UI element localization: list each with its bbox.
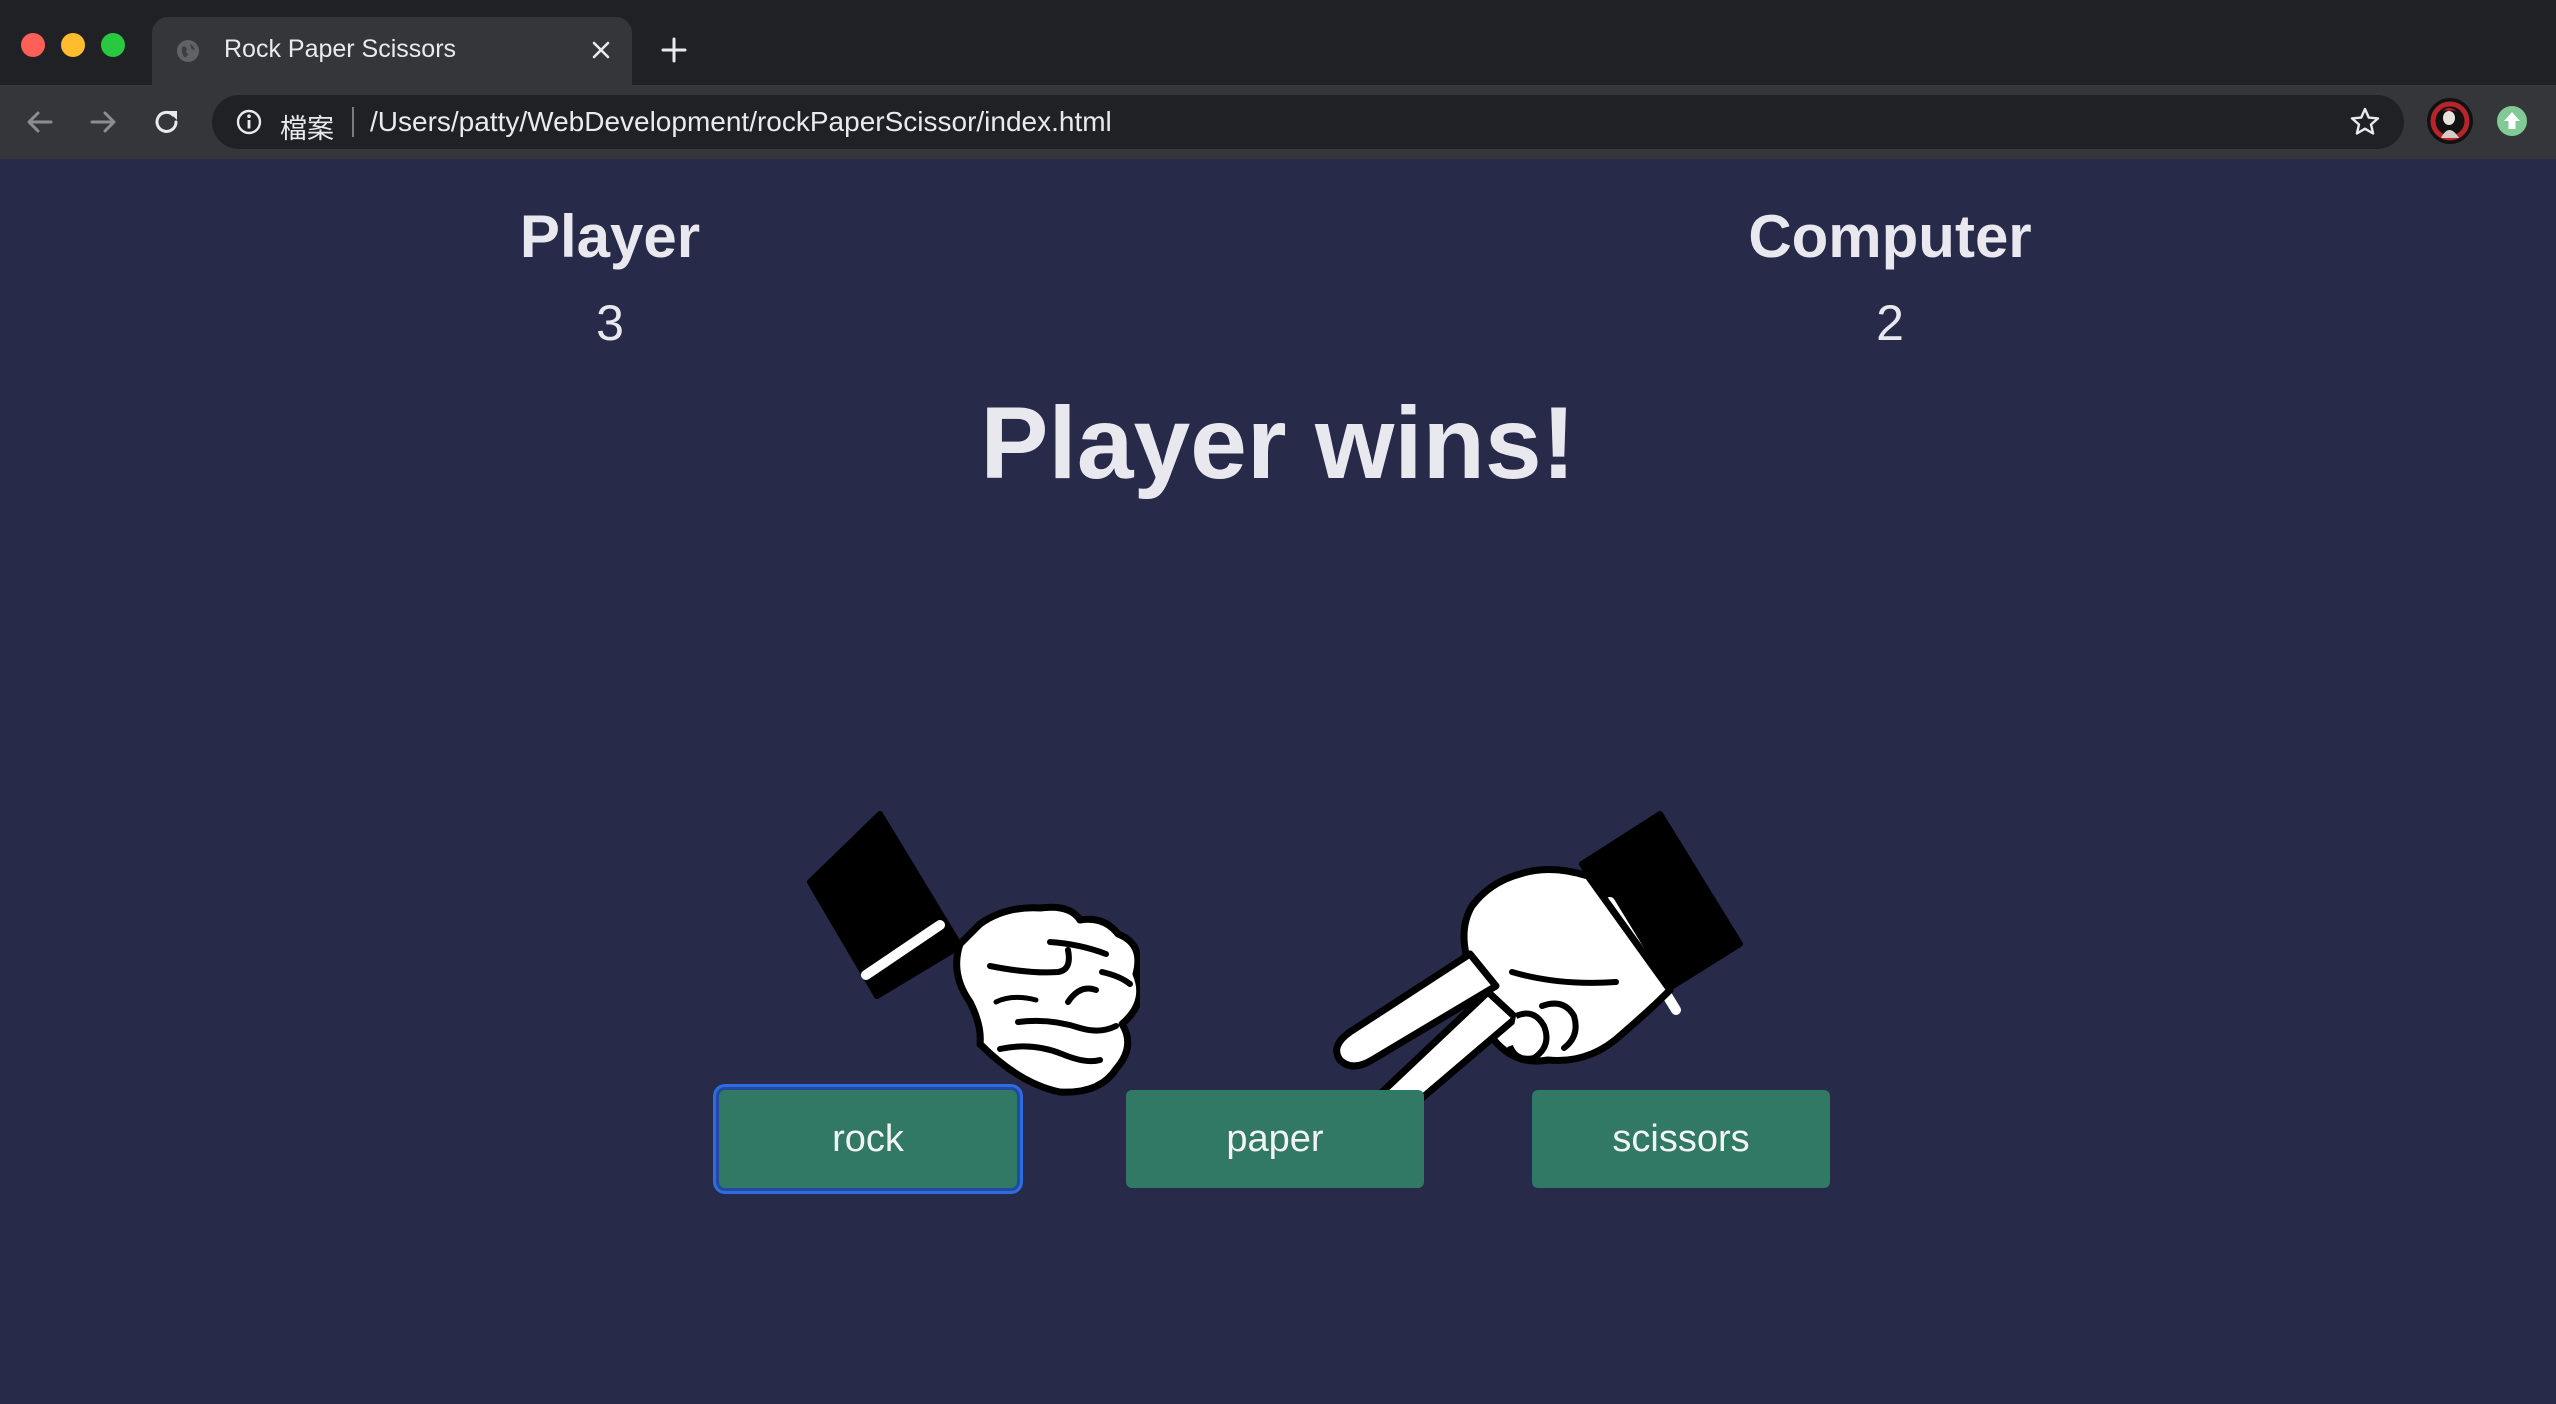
profile-avatar[interactable] [2427, 98, 2473, 144]
back-arrow-icon[interactable] [20, 102, 60, 142]
player-label: Player [519, 203, 701, 270]
scheme-label: 檔案 [280, 114, 334, 144]
plus-icon[interactable] [654, 30, 694, 70]
maximize-window-button[interactable] [101, 33, 125, 57]
star-icon[interactable] [2348, 105, 2382, 139]
result-message: Player wins! [980, 386, 1576, 500]
browser-toolbar: 檔案 /Users/patty/WebDevelopment/rockPaper… [0, 85, 2556, 159]
game-page: Player 3 Computer 2 Player wins! rock pa… [0, 159, 2556, 1404]
tab-strip: Rock Paper Scissors [0, 0, 2556, 85]
paper-button[interactable]: paper [1126, 1090, 1424, 1188]
url-text[interactable]: /Users/patty/WebDevelopment/rockPaperSci… [370, 106, 1112, 138]
close-icon[interactable] [584, 33, 618, 67]
player-score-panel: Player 3 [410, 201, 810, 353]
browser-window: Rock Paper Scissors 檔案 /Users/patty/WebD… [0, 0, 2556, 1404]
rock-button[interactable]: rock [719, 1090, 1017, 1188]
rock-hand-icon [807, 811, 1140, 1096]
player-score: 3 [596, 295, 624, 351]
info-icon[interactable] [235, 108, 263, 136]
close-window-button[interactable] [21, 33, 45, 57]
computer-score-panel: Computer 2 [1690, 201, 2090, 353]
reload-icon[interactable] [147, 102, 187, 142]
browser-tab[interactable]: Rock Paper Scissors [152, 17, 632, 85]
omnibox-divider [352, 107, 354, 137]
address-bar[interactable]: 檔案 /Users/patty/WebDevelopment/rockPaper… [212, 95, 2404, 149]
forward-arrow-icon[interactable] [83, 102, 123, 142]
scissors-hand-icon [1333, 811, 1743, 1114]
minimize-window-button[interactable] [61, 33, 85, 57]
update-icon[interactable] [2496, 105, 2528, 137]
computer-label: Computer [1748, 203, 2032, 270]
globe-icon [177, 40, 199, 62]
computer-score: 2 [1876, 295, 1904, 351]
tab-title: Rock Paper Scissors [224, 35, 457, 63]
scissors-button[interactable]: scissors [1532, 1090, 1830, 1188]
